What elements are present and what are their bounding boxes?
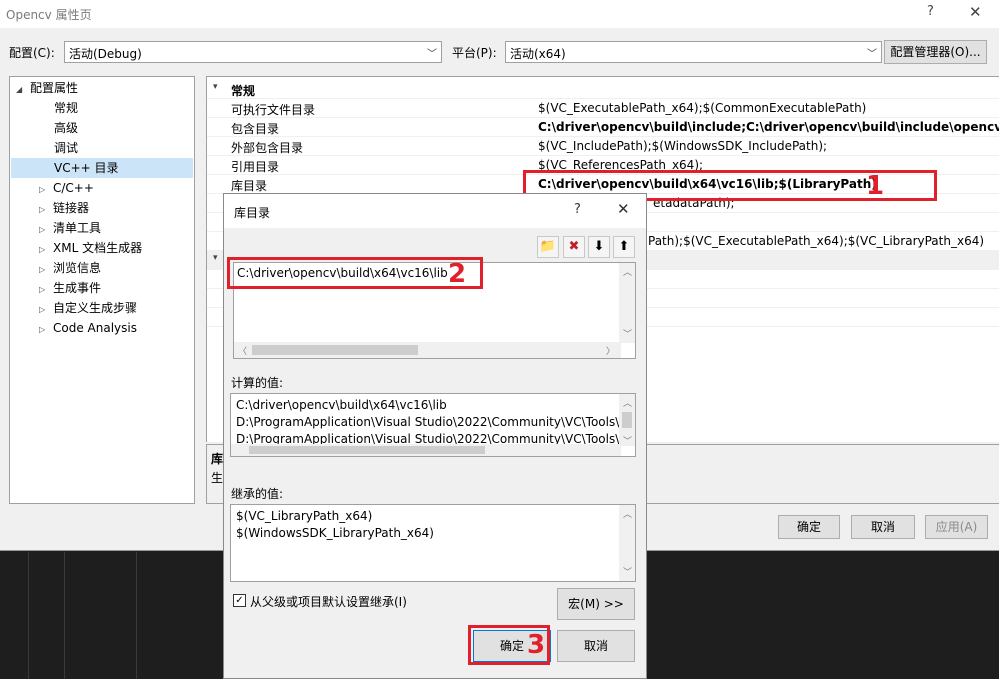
annotation-number-2: 2 [448, 259, 467, 289]
section-title: 常规 [231, 84, 256, 98]
dialog-cancel-button[interactable]: 取消 [557, 630, 635, 662]
expander-icon[interactable]: ▷ [39, 200, 53, 220]
annotation-number-3: 3 [527, 630, 546, 660]
inherit-checkbox[interactable]: ✓ [233, 594, 246, 607]
horizontal-scrollbar[interactable] [231, 444, 621, 456]
divider [28, 552, 29, 679]
tree-item-cpp[interactable]: ▷ C/C++ [39, 178, 94, 198]
config-select[interactable]: 活动(Debug) ﹀ [64, 41, 442, 63]
help-icon[interactable]: ? [574, 202, 581, 217]
tree-item-browse-info[interactable]: ▷ 浏览信息 [39, 258, 101, 278]
expander-icon[interactable]: ◢ [16, 80, 30, 100]
help-icon[interactable]: ? [927, 4, 934, 19]
close-icon[interactable]: ✕ [617, 200, 630, 218]
platform-select[interactable]: 活动(x64) ﹀ [505, 41, 882, 63]
scroll-right-icon[interactable]: 〉 [606, 344, 615, 357]
grid-row-executable-dirs[interactable]: 可执行文件目录 $(VC_ExecutablePath_x64);$(Commo… [207, 99, 999, 118]
title-bar: Opencv 属性页 ? ✕ [0, 0, 999, 28]
tree-item-vc-directories[interactable]: VC++ 目录 [11, 158, 193, 178]
macros-button[interactable]: 宏(M) >> [557, 588, 635, 620]
computed-values-box: C:\driver\opencv\build\x64\vc16\lib D:\P… [230, 393, 636, 457]
computed-value-line: D:\ProgramApplication\Visual Studio\2022… [236, 415, 620, 429]
apply-button[interactable]: 应用(A) [925, 515, 988, 539]
ok-button[interactable]: 确定 [778, 515, 840, 539]
chevron-down-icon: ﹀ [427, 49, 437, 60]
inherited-values-box: $(VC_LibraryPath_x64) $(WindowsSDK_Libra… [230, 504, 636, 582]
platform-value: 活动(x64) [510, 47, 566, 61]
scroll-down-icon[interactable]: ﹀ [623, 434, 632, 447]
tree-item-xml-doc[interactable]: ▷ XML 文档生成器 [39, 238, 142, 258]
platform-label: 平台(P): [452, 46, 497, 60]
expander-icon[interactable]: ▷ [39, 240, 53, 260]
delete-icon[interactable]: ✖ [563, 236, 585, 258]
tree-item-debugging[interactable]: 调试 [54, 138, 78, 158]
scroll-down-icon[interactable]: ﹀ [623, 565, 632, 578]
tree-item-manifest-tool[interactable]: ▷ 清单工具 [39, 218, 101, 238]
scroll-up-icon[interactable]: ︿ [623, 265, 632, 278]
computed-value-line: C:\driver\opencv\build\x64\vc16\lib [236, 398, 447, 412]
scroll-thumb[interactable] [622, 412, 632, 428]
expander-icon[interactable]: ▷ [39, 320, 53, 340]
scroll-thumb[interactable] [252, 345, 418, 355]
scroll-left-icon[interactable]: 〈 [238, 344, 247, 357]
annotation-box-2 [227, 257, 483, 289]
dialog-title: 库目录 [234, 206, 271, 220]
vertical-scrollbar[interactable]: ︿ ﹀ [619, 505, 635, 581]
tree-item-advanced[interactable]: 高级 [54, 118, 78, 138]
inherited-value-line: $(VC_LibraryPath_x64) [236, 509, 373, 523]
tree-item-linker[interactable]: ▷ 链接器 [39, 198, 89, 218]
tree-item-general[interactable]: 常规 [54, 98, 78, 118]
expander-icon[interactable]: ▷ [39, 220, 53, 240]
close-icon[interactable]: ✕ [969, 3, 982, 21]
grid-section-general[interactable]: ▾ 常规 [207, 80, 999, 99]
chevron-down-icon: ﹀ [867, 49, 877, 60]
expander-icon[interactable]: ▷ [39, 300, 53, 320]
scroll-up-icon[interactable]: ︿ [623, 507, 632, 520]
config-label: 配置(C): [9, 46, 55, 60]
description-text: 生 [211, 471, 224, 485]
cancel-button[interactable]: 取消 [851, 515, 915, 539]
category-tree: ◢ 配置属性 常规 高级 调试 VC++ 目录 ▷ C/C++ ▷ 链接器 ▷ 清单工具… [9, 76, 195, 504]
scroll-down-icon[interactable]: ﹀ [623, 327, 632, 340]
inherit-checkbox-label[interactable]: 从父级或项目默认设置继承(I) [250, 593, 407, 610]
vertical-scrollbar[interactable]: ︿ ﹀ [619, 263, 635, 343]
vertical-scrollbar[interactable]: ︿ ﹀ [619, 394, 635, 447]
computed-values-label: 计算的值: [231, 376, 284, 390]
move-down-icon[interactable]: ⬇ [588, 236, 610, 258]
config-value: 活动(Debug) [69, 47, 142, 61]
annotation-number-1: 1 [866, 171, 885, 201]
grid-row-external-include-dirs[interactable]: 外部包含目录 $(VC_IncludePath);$(WindowsSDK_In… [207, 137, 999, 156]
tree-item-code-analysis[interactable]: ▷ Code Analysis [39, 318, 137, 338]
window-title: Opencv 属性页 [6, 8, 92, 22]
collapse-icon[interactable]: ▾ [213, 253, 218, 263]
divider [64, 552, 65, 679]
dialog-title-bar: 库目录 ? ✕ [224, 194, 646, 228]
config-manager-button[interactable]: 配置管理器(O)... [884, 40, 987, 64]
expander-icon[interactable]: ▷ [39, 180, 53, 200]
new-line-icon[interactable]: 📁 [537, 236, 559, 258]
tree-item-custom-build[interactable]: ▷ 自定义生成步骤 [39, 298, 137, 318]
grid-row-include-dirs[interactable]: 包含目录 C:\driver\opencv\build\include;C:\d… [207, 118, 999, 137]
scroll-thumb[interactable] [249, 446, 485, 454]
divider [136, 552, 137, 679]
horizontal-scrollbar[interactable]: 〈 〉 [234, 342, 621, 358]
scroll-up-icon[interactable]: ︿ [623, 396, 632, 409]
tree-item-config-props[interactable]: ◢ 配置属性 [16, 78, 78, 98]
expander-icon[interactable]: ▷ [39, 280, 53, 300]
expander-icon[interactable]: ▷ [39, 260, 53, 280]
collapse-icon[interactable]: ▾ [213, 82, 218, 92]
tree-item-build-events[interactable]: ▷ 生成事件 [39, 278, 101, 298]
move-up-icon[interactable]: ⬆ [613, 236, 635, 258]
inherited-values-label: 继承的值: [231, 487, 284, 501]
inherited-value-line: $(WindowsSDK_LibraryPath_x64) [236, 526, 434, 540]
